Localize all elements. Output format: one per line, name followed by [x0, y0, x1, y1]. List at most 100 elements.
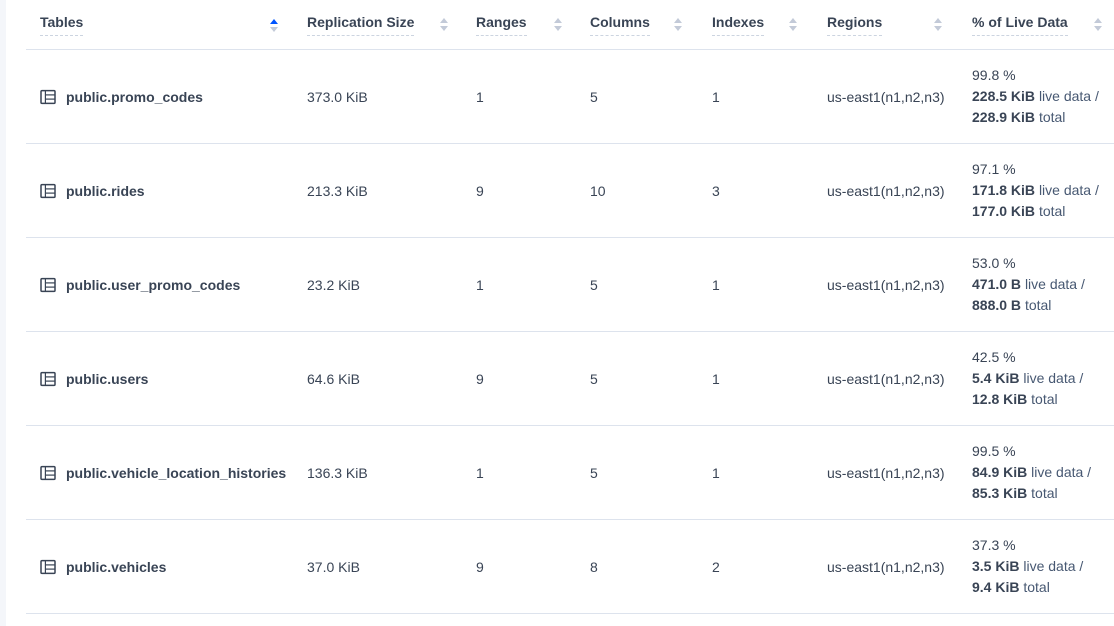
columns-cell: 10 [580, 144, 700, 238]
column-header-label[interactable]: Indexes [712, 14, 764, 36]
table-icon [40, 277, 56, 293]
columns-cell: 5 [580, 332, 700, 426]
indexes-cell: 2 [700, 520, 815, 614]
live-bytes: 3.5 KiB [972, 558, 1019, 574]
table-name-link[interactable]: public.users [66, 371, 148, 387]
sort-icon[interactable] [934, 18, 942, 31]
regions-cell: us-east1(n1,n2,n3) [815, 50, 960, 144]
total-bytes: 177.0 KiB [972, 203, 1035, 219]
table-name-link[interactable]: public.promo_codes [66, 89, 203, 105]
sort-icon[interactable] [554, 18, 562, 31]
table-icon [40, 465, 56, 481]
sort-asc-icon [934, 18, 942, 23]
live-percent: 37.3 % [972, 535, 1113, 556]
total-bytes: 85.3 KiB [972, 485, 1027, 501]
column-header-tables[interactable]: Tables [6, 0, 296, 50]
sort-icon[interactable] [440, 18, 448, 31]
ranges-cell: 1 [466, 426, 580, 520]
column-header-columns[interactable]: Columns [580, 0, 700, 50]
total-suffix: total [1025, 297, 1051, 313]
columns-cell: 5 [580, 426, 700, 520]
replication-size-cell: 64.6 KiB [296, 332, 466, 426]
live-suffix: live data / [1025, 276, 1085, 292]
table-row: public.user_promo_codes 23.2 KiB 1 5 1 u… [6, 238, 1114, 332]
ranges-cell: 9 [466, 332, 580, 426]
tables-panel: Tables Replication Size Ranges Columns [6, 0, 1114, 626]
table-name-link[interactable]: public.rides [66, 183, 145, 199]
replication-size-cell: 136.3 KiB [296, 426, 466, 520]
column-header-ranges[interactable]: Ranges [466, 0, 580, 50]
live-percent: 97.1 % [972, 159, 1113, 180]
regions-cell: us-east1(n1,n2,n3) [815, 238, 960, 332]
indexes-cell: 1 [700, 426, 815, 520]
sort-icon[interactable] [789, 18, 797, 31]
sort-desc-icon [440, 26, 448, 31]
live-suffix: live data / [1023, 370, 1083, 386]
ranges-cell: 1 [466, 50, 580, 144]
live-bytes: 171.8 KiB [972, 182, 1035, 198]
total-suffix: total [1031, 391, 1057, 407]
column-header-label[interactable]: Ranges [476, 14, 527, 36]
sort-icon[interactable] [270, 19, 278, 32]
table-name-link[interactable]: public.user_promo_codes [66, 277, 240, 293]
table-name-cell: public.users [6, 332, 296, 426]
regions-cell: us-east1(n1,n2,n3) [815, 144, 960, 238]
table-name-cell: public.rides [6, 144, 296, 238]
table-icon [40, 559, 56, 575]
total-suffix: total [1023, 579, 1049, 595]
total-suffix: total [1031, 485, 1057, 501]
column-header-replication-size[interactable]: Replication Size [296, 0, 466, 50]
live-data-cell: 37.3 % 3.5 KiB live data / 9.4 KiB total [960, 520, 1114, 614]
total-suffix: total [1039, 203, 1065, 219]
sort-asc-icon [270, 19, 278, 24]
ranges-cell: 1 [466, 238, 580, 332]
live-data-cell: 97.1 % 171.8 KiB live data / 177.0 KiB t… [960, 144, 1114, 238]
columns-cell: 5 [580, 238, 700, 332]
column-header-label[interactable]: Regions [827, 14, 882, 36]
live-suffix: live data / [1039, 88, 1099, 104]
live-percent: 53.0 % [972, 253, 1113, 274]
table-row: public.vehicles 37.0 KiB 9 8 2 us-east1(… [6, 520, 1114, 614]
sort-asc-icon [674, 18, 682, 23]
table-name-link[interactable]: public.vehicle_location_histories [66, 465, 286, 481]
columns-cell: 8 [580, 520, 700, 614]
sort-desc-icon [554, 26, 562, 31]
regions-cell: us-east1(n1,n2,n3) [815, 426, 960, 520]
regions-cell: us-east1(n1,n2,n3) [815, 332, 960, 426]
indexes-cell: 3 [700, 144, 815, 238]
column-header-label[interactable]: Replication Size [307, 14, 414, 36]
live-bytes: 228.5 KiB [972, 88, 1035, 104]
live-percent: 99.8 % [972, 65, 1113, 86]
sort-icon[interactable] [674, 18, 682, 31]
live-suffix: live data / [1039, 182, 1099, 198]
column-header-live-data[interactable]: % of Live Data [960, 0, 1114, 50]
sort-desc-icon [674, 26, 682, 31]
total-bytes: 12.8 KiB [972, 391, 1027, 407]
ranges-cell: 9 [466, 144, 580, 238]
tables-table: Tables Replication Size Ranges Columns [6, 0, 1114, 614]
replication-size-cell: 213.3 KiB [296, 144, 466, 238]
column-header-indexes[interactable]: Indexes [700, 0, 815, 50]
table-icon [40, 183, 56, 199]
column-header-regions[interactable]: Regions [815, 0, 960, 50]
live-suffix: live data / [1023, 558, 1083, 574]
ranges-cell: 9 [466, 520, 580, 614]
total-bytes: 9.4 KiB [972, 579, 1019, 595]
table-name-cell: public.user_promo_codes [6, 238, 296, 332]
table-name-link[interactable]: public.vehicles [66, 559, 166, 575]
column-header-label[interactable]: Columns [590, 14, 650, 36]
sort-desc-icon [1094, 26, 1102, 31]
regions-cell: us-east1(n1,n2,n3) [815, 520, 960, 614]
replication-size-cell: 37.0 KiB [296, 520, 466, 614]
table-row: public.rides 213.3 KiB 9 10 3 us-east1(n… [6, 144, 1114, 238]
column-header-label[interactable]: Tables [40, 14, 83, 36]
live-data-cell: 99.8 % 228.5 KiB live data / 228.9 KiB t… [960, 50, 1114, 144]
table-name-cell: public.vehicle_location_histories [6, 426, 296, 520]
sort-icon[interactable] [1094, 18, 1102, 31]
column-header-label[interactable]: % of Live Data [972, 14, 1068, 36]
sort-desc-icon [270, 27, 278, 32]
live-percent: 99.5 % [972, 441, 1113, 462]
sort-asc-icon [1094, 18, 1102, 23]
live-data-cell: 53.0 % 471.0 B live data / 888.0 B total [960, 238, 1114, 332]
live-data-cell: 99.5 % 84.9 KiB live data / 85.3 KiB tot… [960, 426, 1114, 520]
